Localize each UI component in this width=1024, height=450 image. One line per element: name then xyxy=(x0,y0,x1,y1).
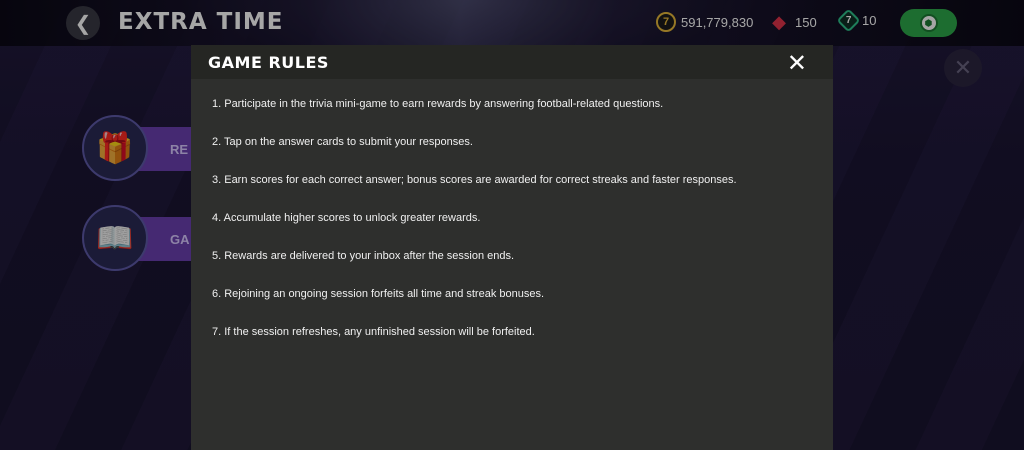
modal-title: GAME RULES xyxy=(208,53,329,72)
game-rules-modal: GAME RULES ✕ 1. Participate in the trivi… xyxy=(191,45,833,450)
rule-item: 3. Earn scores for each correct answer; … xyxy=(212,174,737,186)
rule-item: 5. Rewards are delivered to your inbox a… xyxy=(212,250,515,262)
rule-item: 1. Participate in the trivia mini-game t… xyxy=(212,98,664,110)
rule-item: 6. Rejoining an ongoing session forfeits… xyxy=(212,288,545,300)
close-icon: ✕ xyxy=(786,50,807,77)
rule-item: 4. Accumulate higher scores to unlock gr… xyxy=(212,212,481,224)
rule-item: 2. Tap on the answer cards to submit you… xyxy=(212,136,473,148)
rule-item: 7. If the session refreshes, any unfinis… xyxy=(212,326,535,338)
game-screen: ❮ EXTRA TIME 7 591,779,830 ◆ 150 7 10 ⬢ … xyxy=(0,0,1024,450)
rules-list: 1. Participate in the trivia mini-game t… xyxy=(212,97,812,363)
modal-close-button[interactable]: ✕ xyxy=(787,49,807,78)
modal-header: GAME RULES ✕ xyxy=(191,45,833,79)
